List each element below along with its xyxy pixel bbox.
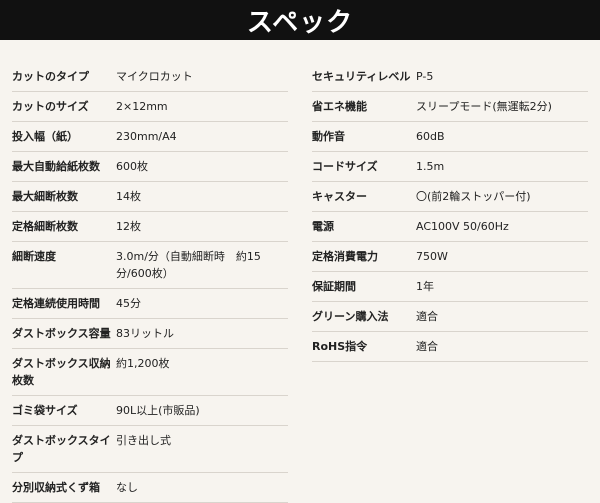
spec-row: 最大細断枚数 14枚 bbox=[12, 182, 288, 212]
spec-value: マイクロカット bbox=[116, 70, 193, 83]
spec-label: 動作音 bbox=[312, 130, 345, 143]
spec-value: 230mm/A4 bbox=[116, 130, 177, 143]
spec-label: 細断速度 bbox=[12, 250, 56, 263]
spec-label: ダストボックス容量 bbox=[12, 327, 111, 340]
spec-row: 細断速度 3.0m/分（自動細断時 約15分/600枚） bbox=[12, 242, 288, 289]
spec-value: 12枚 bbox=[116, 220, 141, 233]
spec-value: スリープモード(無運転2分) bbox=[416, 100, 552, 113]
spec-row: ダストボックスタイプ 引き出し式 bbox=[12, 426, 288, 473]
spec-row: 定格連続使用時間 45分 bbox=[12, 289, 288, 319]
spec-row: カットのサイズ 2×12mm bbox=[12, 92, 288, 122]
spec-value: 3.0m/分（自動細断時 約15分/600枚） bbox=[116, 250, 261, 280]
spec-label: 電源 bbox=[312, 220, 334, 233]
spec-value: 83リットル bbox=[116, 327, 174, 340]
spec-row: 保証期間 1年 bbox=[312, 272, 588, 302]
spec-value: 60dB bbox=[416, 130, 445, 143]
spec-row: ダストボックス収納枚数 約1,200枚 bbox=[12, 349, 288, 396]
spec-row: ゴミ袋サイズ 90L以上(市販品) bbox=[12, 396, 288, 426]
spec-label: 投入幅（紙） bbox=[12, 130, 78, 143]
spec-value: 14枚 bbox=[116, 190, 141, 203]
spec-row: RoHS指令 適合 bbox=[312, 332, 588, 362]
spec-value: 600枚 bbox=[116, 160, 148, 173]
spec-label: 分別収納式くず箱 bbox=[12, 481, 100, 494]
spec-value: 2×12mm bbox=[116, 100, 168, 113]
spec-row: 定格細断枚数 12枚 bbox=[12, 212, 288, 242]
spec-label: キャスター bbox=[312, 190, 367, 203]
page-title: スペック bbox=[0, 0, 600, 40]
spec-row: セキュリティレベル P-5 bbox=[312, 62, 588, 92]
spec-row: 最大自動給紙枚数 600枚 bbox=[12, 152, 288, 182]
spec-row: 動作音 60dB bbox=[312, 122, 588, 152]
spec-label: ダストボックスタイプ bbox=[12, 434, 111, 464]
spec-row: カットのタイプ マイクロカット bbox=[12, 62, 288, 92]
spec-label: 定格細断枚数 bbox=[12, 220, 78, 233]
spec-row: 電源 AC100V 50/60Hz bbox=[312, 212, 588, 242]
spec-value: 〇(前2輪ストッパー付) bbox=[416, 190, 531, 203]
spec-label: RoHS指令 bbox=[312, 340, 368, 353]
spec-column-left: カットのタイプ マイクロカット カットのサイズ 2×12mm 投入幅（紙） 23… bbox=[12, 62, 288, 503]
spec-label: コードサイズ bbox=[312, 160, 378, 173]
spec-value: 適合 bbox=[416, 340, 438, 353]
spec-row: 分別収納式くず箱 なし bbox=[12, 473, 288, 503]
spec-value: AC100V 50/60Hz bbox=[416, 220, 509, 233]
spec-table: カットのタイプ マイクロカット カットのサイズ 2×12mm 投入幅（紙） 23… bbox=[0, 62, 600, 503]
spec-label: ダストボックス収納枚数 bbox=[12, 357, 111, 387]
spec-label: 定格消費電力 bbox=[312, 250, 378, 263]
spec-row: ダストボックス容量 83リットル bbox=[12, 319, 288, 349]
spec-value: 1.5m bbox=[416, 160, 445, 173]
spec-row: 省エネ機能 スリープモード(無運転2分) bbox=[312, 92, 588, 122]
spec-column-right: セキュリティレベル P-5 省エネ機能 スリープモード(無運転2分) 動作音 6… bbox=[312, 62, 588, 503]
spec-value: 約1,200枚 bbox=[116, 357, 170, 370]
spec-row: 定格消費電力 750W bbox=[312, 242, 588, 272]
spec-value: なし bbox=[116, 481, 138, 494]
spec-label: カットのタイプ bbox=[12, 70, 89, 83]
spec-value: 90L以上(市販品) bbox=[116, 404, 200, 417]
spec-label: 最大自動給紙枚数 bbox=[12, 160, 100, 173]
page-title-text: スペック bbox=[246, 7, 354, 38]
spec-row: キャスター 〇(前2輪ストッパー付) bbox=[312, 182, 588, 212]
spec-value: P-5 bbox=[416, 70, 434, 83]
spec-label: 定格連続使用時間 bbox=[12, 297, 100, 310]
spec-label: ゴミ袋サイズ bbox=[12, 404, 78, 417]
spec-label: 保証期間 bbox=[312, 280, 356, 293]
spec-value: 1年 bbox=[416, 280, 434, 293]
spec-label: グリーン購入法 bbox=[312, 310, 389, 323]
spec-row: コードサイズ 1.5m bbox=[312, 152, 588, 182]
spec-row: グリーン購入法 適合 bbox=[312, 302, 588, 332]
spec-label: セキュリティレベル bbox=[312, 70, 411, 83]
spec-label: 最大細断枚数 bbox=[12, 190, 78, 203]
spec-value: 引き出し式 bbox=[116, 434, 171, 447]
spec-label: カットのサイズ bbox=[12, 100, 89, 113]
spec-value: 適合 bbox=[416, 310, 438, 323]
spec-label: 省エネ機能 bbox=[312, 100, 367, 113]
spec-value: 45分 bbox=[116, 297, 141, 310]
spec-value: 750W bbox=[416, 250, 448, 263]
spec-row: 投入幅（紙） 230mm/A4 bbox=[12, 122, 288, 152]
